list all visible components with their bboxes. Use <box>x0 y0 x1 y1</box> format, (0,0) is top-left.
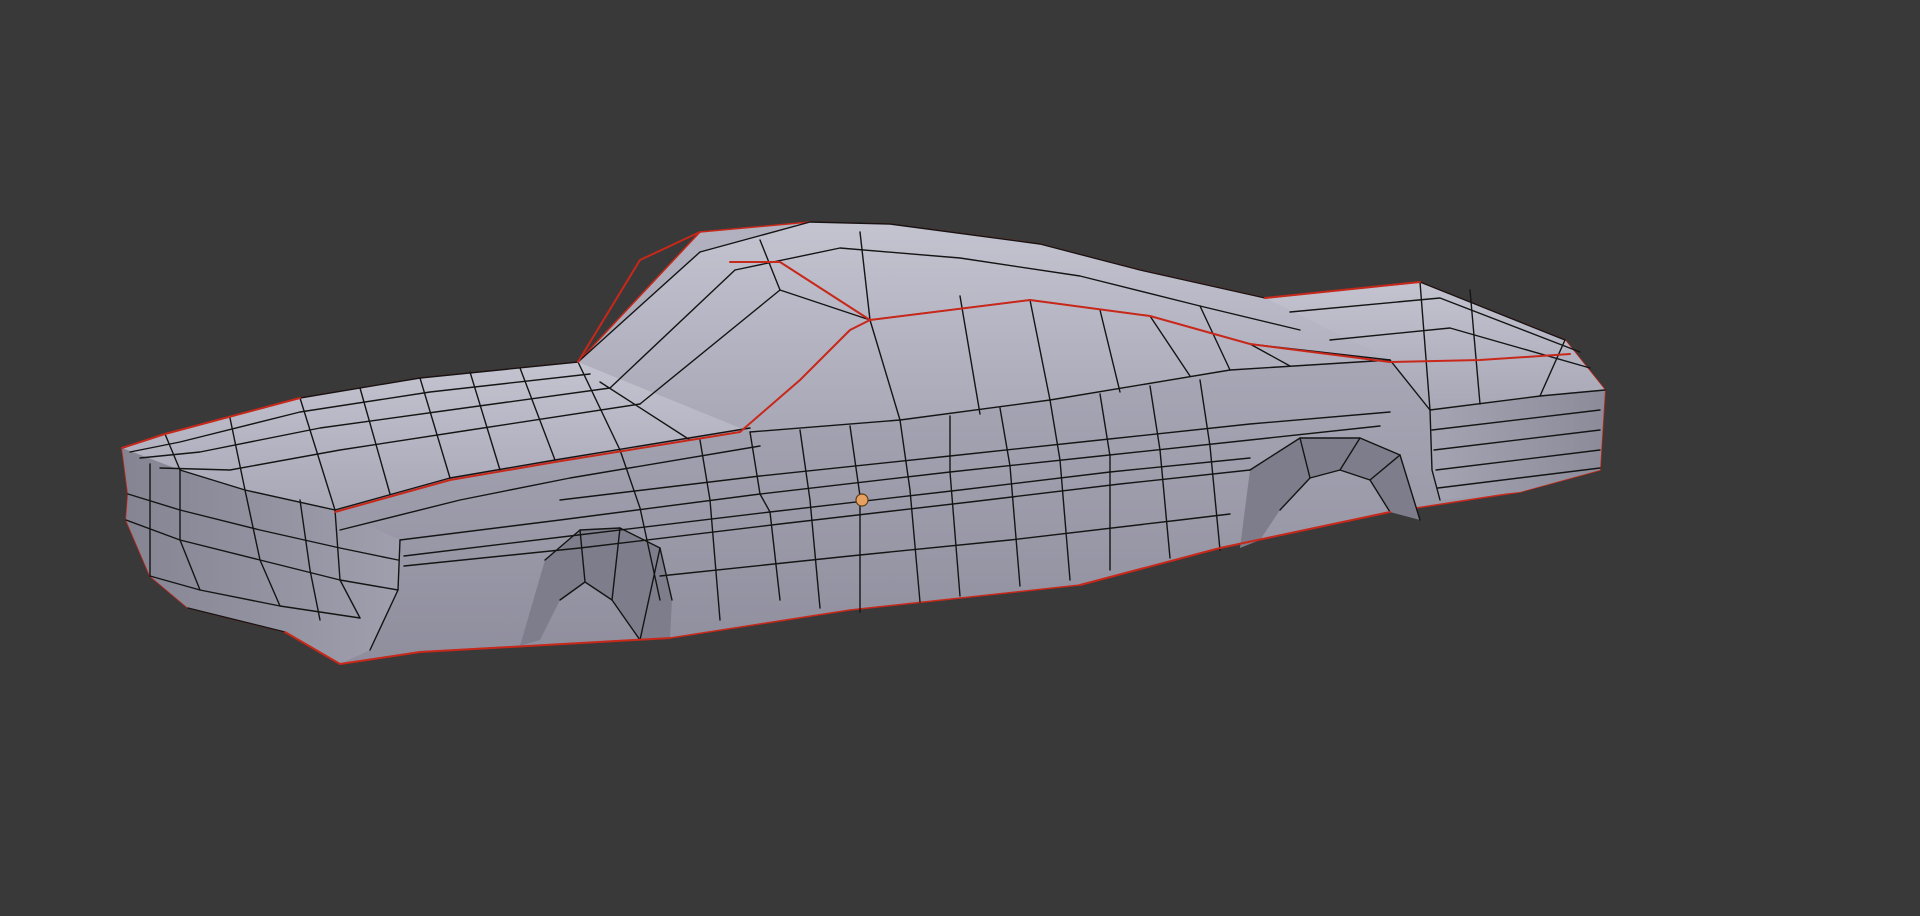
viewport-canvas[interactable] <box>0 0 1920 916</box>
car-mesh[interactable] <box>121 221 1606 665</box>
object-origin-point[interactable] <box>855 493 869 507</box>
3d-viewport[interactable] <box>0 0 1920 916</box>
